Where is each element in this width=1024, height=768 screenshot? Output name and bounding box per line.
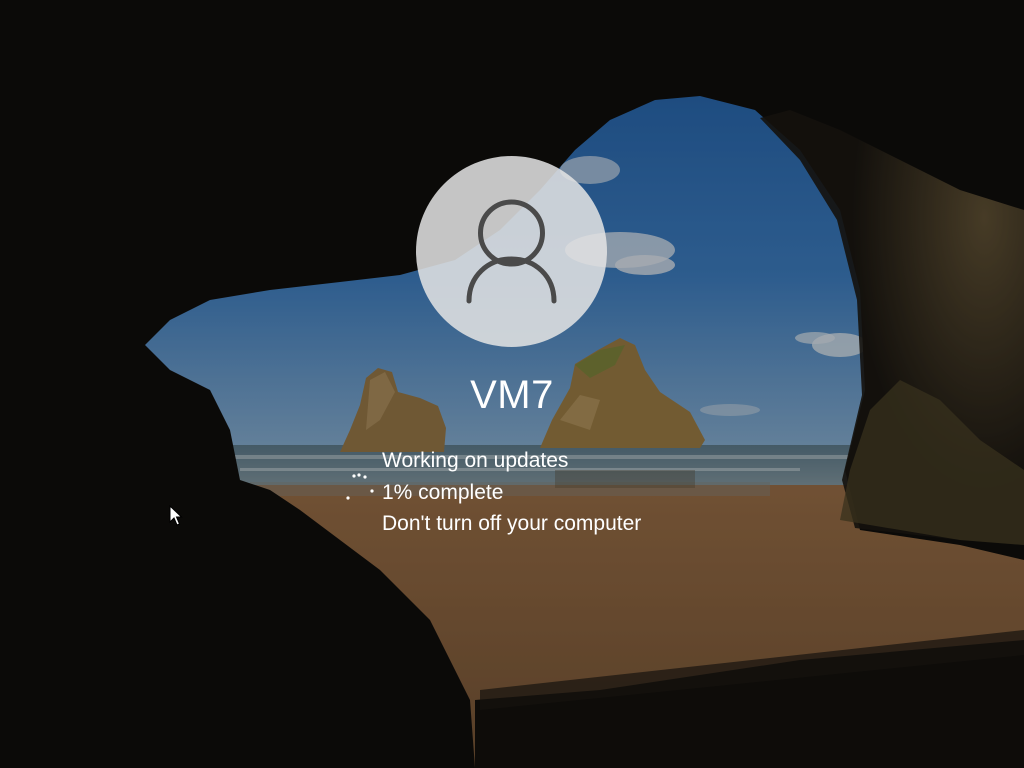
update-status-title: Working on updates [382,449,569,472]
username-label: VM7 [470,373,554,417]
update-progress-text: 1% complete [382,481,504,504]
update-warning-text: Don't turn off your computer [382,512,642,535]
loading-dots-icon [346,473,374,500]
user-avatar [416,156,607,347]
user-silhouette-icon [466,199,557,304]
lock-screen: VM7 Working on updates 1% complete Don't… [0,0,1024,768]
mouse-pointer-icon [169,505,183,526]
